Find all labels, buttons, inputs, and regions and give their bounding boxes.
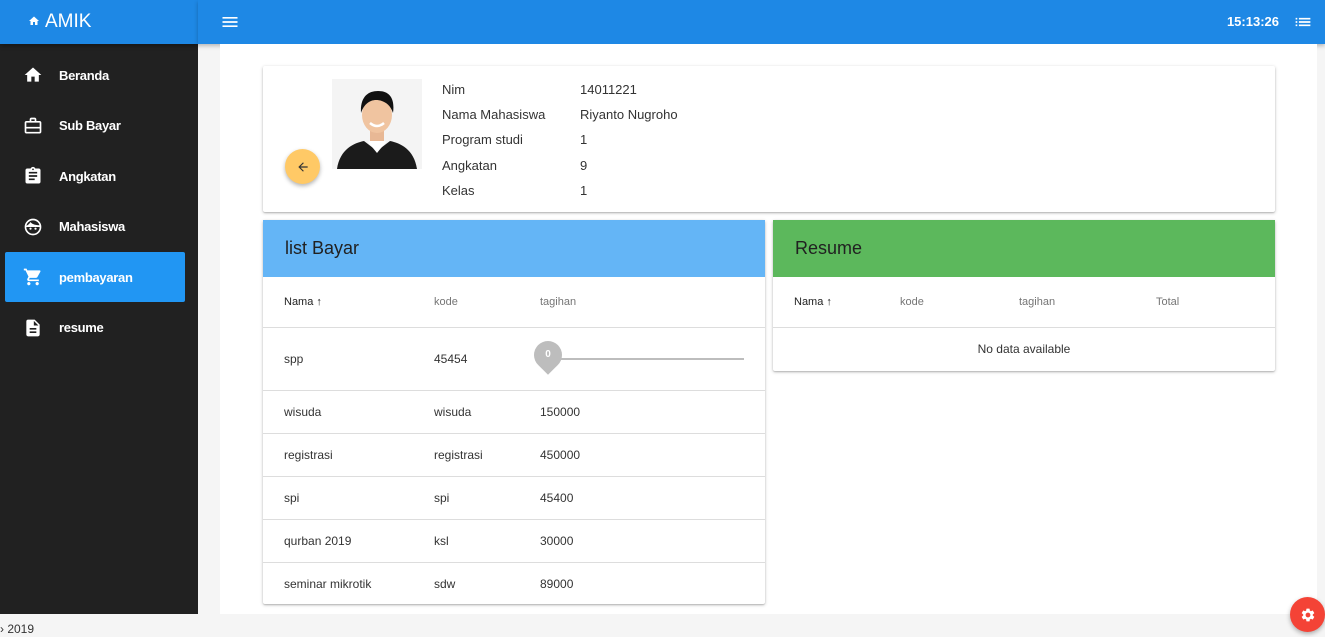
app-title: AMIK bbox=[45, 11, 92, 32]
sidebar-item-pembayaran[interactable]: pembayaran bbox=[5, 252, 185, 302]
student-photo bbox=[332, 79, 422, 169]
cell-tagihan: 30000 bbox=[540, 519, 765, 563]
cell-kode: wisuda bbox=[434, 390, 540, 434]
sidebar-item-label: pembayaran bbox=[59, 269, 133, 285]
sidebar-item-label: Mahasiswa bbox=[59, 219, 125, 234]
sidebar-item-label: Angkatan bbox=[59, 168, 116, 184]
arrow-up-icon: ↑ bbox=[826, 295, 832, 308]
slider-thumb[interactable]: 0 bbox=[528, 334, 568, 375]
arrow-up-icon: ↑ bbox=[316, 295, 322, 308]
column-header-nama[interactable]: Nama ↑ bbox=[773, 277, 900, 328]
info-label: Angkatan bbox=[442, 157, 497, 173]
face-icon bbox=[23, 217, 43, 237]
arrow-left-icon bbox=[297, 161, 308, 172]
table-row: registrasi registrasi 450000 bbox=[263, 433, 765, 477]
cell-nama: seminar mikrotik bbox=[284, 576, 372, 591]
top-bar: 15:13:26 bbox=[198, 0, 1325, 44]
cell-nama: spp bbox=[263, 327, 434, 391]
sidebar: AMIK Beranda Sub Bayar Angkatan Mahasisw… bbox=[0, 0, 198, 614]
cell-tagihan: 450000 bbox=[540, 433, 765, 477]
sidebar-item-label: resume bbox=[59, 320, 104, 335]
column-header-nama[interactable]: Nama ↑ bbox=[263, 277, 434, 328]
cell-nama: wisuda bbox=[263, 390, 434, 434]
sidebar-nav: Beranda Sub Bayar Angkatan Mahasiswa pem… bbox=[0, 50, 198, 353]
cell-tagihan: 0 bbox=[528, 327, 765, 391]
info-label: Kelas bbox=[442, 182, 475, 198]
table-row: spi spi 45400 bbox=[263, 476, 765, 520]
cell-kode: ksl bbox=[434, 519, 540, 563]
column-header-kode[interactable]: kode bbox=[434, 277, 540, 328]
no-data-message: No data available bbox=[977, 341, 1071, 356]
info-row-nama: Nama Mahasiswa Riyanto Nugroho bbox=[442, 102, 678, 127]
info-row-angkatan: Angkatan 9 bbox=[442, 153, 678, 178]
resume-title: Resume bbox=[773, 220, 1275, 277]
cell-nama: qurban 2019 bbox=[263, 519, 434, 563]
cell-kode: sdw bbox=[434, 576, 456, 591]
sidebar-item-label: Beranda bbox=[59, 67, 109, 83]
sidebar-item-label: Sub Bayar bbox=[59, 118, 121, 133]
cell-kode: registrasi bbox=[434, 433, 540, 477]
sidebar-item-mahasiswa[interactable]: Mahasiswa bbox=[5, 202, 185, 252]
settings-button[interactable] bbox=[1290, 597, 1325, 632]
cell-nama: spi bbox=[263, 476, 434, 520]
slider-value-bubble: 0 bbox=[528, 334, 568, 375]
cell-tagihan: 89000 bbox=[540, 576, 574, 591]
table-row: spp 45454 0 bbox=[263, 327, 765, 391]
info-label: Program studi bbox=[442, 132, 523, 148]
resume-table: Nama ↑ kode tagihan Total No data availa… bbox=[773, 277, 1275, 370]
info-value: 1 bbox=[580, 132, 588, 148]
column-header-tagihan[interactable]: tagihan bbox=[1019, 277, 1156, 328]
info-row-prodi: Program studi 1 bbox=[442, 127, 678, 152]
list-bayar-table: Nama ↑ kode tagihan spp 45454 0 wisuda w… bbox=[263, 277, 765, 605]
footer: › 2019 bbox=[0, 614, 1325, 637]
info-value: 1 bbox=[580, 182, 588, 198]
cell-kode: 45454 bbox=[434, 327, 540, 391]
list-icon[interactable] bbox=[1293, 13, 1313, 31]
gear-icon bbox=[1301, 608, 1314, 621]
resume-card: Resume Nama ↑ kode tagihan Total No data… bbox=[773, 220, 1275, 371]
info-value: 14011221 bbox=[580, 82, 637, 98]
cell-nama: registrasi bbox=[263, 433, 434, 477]
cell-tagihan: 45400 bbox=[540, 476, 765, 520]
briefcase-icon bbox=[23, 116, 43, 136]
student-info: Nim 14011221 Nama Mahasiswa Riyanto Nugr… bbox=[442, 77, 678, 203]
hamburger-menu-icon[interactable] bbox=[220, 12, 240, 32]
list-bayar-title: list Bayar bbox=[263, 220, 765, 277]
clipboard-icon bbox=[23, 166, 43, 186]
sidebar-item-resume[interactable]: resume bbox=[5, 303, 185, 353]
student-profile-card: Nim 14011221 Nama Mahasiswa Riyanto Nugr… bbox=[263, 66, 1275, 212]
cart-icon bbox=[23, 267, 43, 287]
sidebar-item-angkatan[interactable]: Angkatan bbox=[5, 151, 185, 201]
table-row: qurban 2019 ksl 30000 bbox=[263, 519, 765, 563]
home-icon bbox=[23, 65, 43, 85]
info-row-nim: Nim 14011221 bbox=[442, 77, 678, 102]
table-row: wisuda wisuda 150000 bbox=[263, 390, 765, 434]
back-button[interactable] bbox=[285, 149, 320, 184]
clock: 15:13:26 bbox=[1226, 14, 1279, 29]
info-label: Nim bbox=[442, 82, 466, 98]
column-header-tagihan[interactable]: tagihan bbox=[540, 277, 765, 328]
sidebar-item-beranda[interactable]: Beranda bbox=[5, 50, 185, 100]
document-icon bbox=[23, 318, 43, 338]
info-value: Riyanto Nugroho bbox=[580, 107, 678, 123]
home-icon bbox=[28, 15, 40, 30]
sidebar-item-sub-bayar[interactable]: Sub Bayar bbox=[5, 101, 185, 151]
column-header-kode[interactable]: kode bbox=[900, 277, 1019, 328]
info-row-kelas: Kelas 1 bbox=[442, 178, 678, 203]
cell-kode: spi bbox=[434, 476, 540, 520]
list-bayar-card: list Bayar Nama ↑ kode tagihan spp 45454 bbox=[263, 220, 765, 604]
cell-tagihan: 150000 bbox=[540, 390, 765, 434]
tagihan-slider[interactable]: 0 bbox=[528, 328, 744, 390]
column-header-total[interactable]: Total bbox=[1156, 277, 1275, 328]
table-row: seminar mikrotik sdw 89000 bbox=[263, 562, 765, 605]
info-label: Nama Mahasiswa bbox=[442, 107, 546, 123]
app-header: AMIK bbox=[0, 0, 198, 44]
slider-track[interactable] bbox=[546, 357, 744, 360]
main-content: Nim 14011221 Nama Mahasiswa Riyanto Nugr… bbox=[220, 44, 1317, 614]
info-value: 9 bbox=[580, 157, 588, 173]
